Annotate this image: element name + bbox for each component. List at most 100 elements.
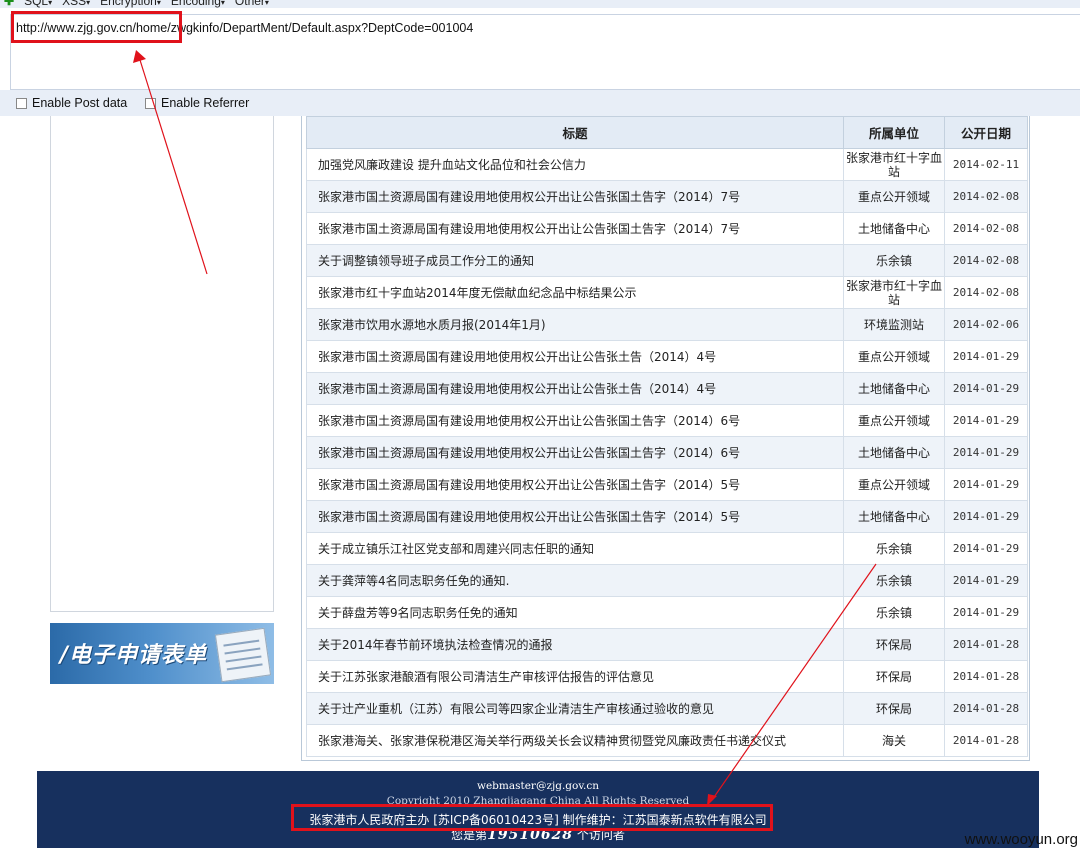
e-application-form-banner[interactable]: /电子申请表单 [50, 623, 274, 684]
table-row: 关于成立镇乐江社区党支部和周建兴同志任职的通知 乐余镇 2014-01-29 [306, 532, 1028, 565]
row-title-link[interactable]: 关于成立镇乐江社区党支部和周建兴同志任职的通知 [306, 532, 844, 565]
row-date: 2014-02-08 [944, 180, 1028, 213]
enable-post-label: Enable Post data [32, 96, 128, 110]
row-date: 2014-01-29 [944, 596, 1028, 629]
row-title-link[interactable]: 张家港市红十字血站2014年度无偿献血纪念品中标结果公示 [306, 276, 844, 309]
row-unit: 环境监测站 [843, 308, 945, 341]
row-title-link[interactable]: 加强党风廉政建设 提升血站文化品位和社会公信力 [306, 148, 844, 181]
row-title-link[interactable]: 关于调整镇领导班子成员工作分工的通知 [306, 244, 844, 277]
banner-label: /电子申请表单 [60, 643, 208, 668]
table-row: 张家港市国土资源局国有建设用地使用权公开出让公告张国土告字（2014）6号 土地储… [306, 436, 1028, 469]
row-date: 2014-02-06 [944, 308, 1028, 341]
menu-encryption[interactable]: Encryption▾ [100, 0, 161, 8]
row-unit: 张家港市红十字血站 [843, 148, 945, 181]
row-unit: 土地储备中心 [843, 212, 945, 245]
row-title-link[interactable]: 张家港市国土资源局国有建设用地使用权公开出让公告张土告（2014）4号 [306, 340, 844, 373]
menu-xss[interactable]: XSS▾ [62, 0, 90, 8]
row-unit: 重点公开领域 [843, 180, 945, 213]
document-icon [214, 627, 272, 683]
row-unit: 重点公开领域 [843, 404, 945, 437]
row-title-link[interactable]: 关于辻产业重机（江苏）有限公司等四家企业清洁生产审核通过验收的意见 [306, 692, 844, 725]
row-unit: 乐余镇 [843, 564, 945, 597]
row-date: 2014-01-28 [944, 628, 1028, 661]
row-title-link[interactable]: 关于江苏张家港酿酒有限公司清洁生产审核评估报告的评估意见 [306, 660, 844, 693]
row-title-link[interactable]: 张家港海关、张家港保税港区海关举行两级关长会议精神贯彻暨党风廉政责任书递交仪式 [306, 724, 844, 757]
row-unit: 张家港市红十字血站 [843, 276, 945, 309]
table-row: 张家港市国土资源局国有建设用地使用权公开出让公告张国土告字（2014）6号 重点公… [306, 404, 1028, 437]
table-row: 张家港市国土资源局国有建设用地使用权公开出让公告张国土告字（2014）7号 土地储… [306, 212, 1028, 245]
enable-referrer-label: Enable Referrer [161, 96, 250, 110]
row-title-link[interactable]: 关于龚萍等4名同志职务任免的通知. [306, 564, 844, 597]
row-date: 2014-01-29 [944, 564, 1028, 597]
row-unit: 乐余镇 [843, 244, 945, 277]
row-date: 2014-02-08 [944, 244, 1028, 277]
row-title-link[interactable]: 张家港市国土资源局国有建设用地使用权公开出让公告张国土告字（2014）7号 [306, 180, 844, 213]
menu-encoding[interactable]: Encoding▾ [171, 0, 225, 8]
table-row: 关于调整镇领导班子成员工作分工的通知 乐余镇 2014-02-08 [306, 244, 1028, 277]
hackbar-options: Enable Post data Enable Referrer [0, 90, 1080, 116]
column-header-title: 标题 [306, 116, 844, 149]
row-unit: 环保局 [843, 692, 945, 725]
footer-email[interactable]: webmaster@zjg.gov.cn [37, 780, 1039, 792]
watermark: www.wooyun.org [964, 831, 1078, 848]
enable-post-checkbox[interactable]: Enable Post data [16, 96, 127, 110]
column-header-unit: 所属单位 [843, 116, 945, 149]
row-title-link[interactable]: 张家港市饮用水源地水质月报(2014年1月) [306, 308, 844, 341]
row-unit: 海关 [843, 724, 945, 757]
row-date: 2014-01-29 [944, 500, 1028, 533]
menu-other[interactable]: Other▾ [235, 0, 269, 8]
row-date: 2014-01-28 [944, 692, 1028, 725]
checkbox-icon[interactable] [16, 97, 27, 109]
checkbox-icon[interactable] [145, 97, 156, 109]
row-title-link[interactable]: 张家港市国土资源局国有建设用地使用权公开出让公告张国土告字（2014）7号 [306, 212, 844, 245]
row-date: 2014-01-29 [944, 436, 1028, 469]
row-date: 2014-02-08 [944, 276, 1028, 309]
table-row: 关于江苏张家港酿酒有限公司清洁生产审核评估报告的评估意见 环保局 2014-01-2… [306, 660, 1028, 693]
table-row: 关于2014年春节前环境执法检查情况的通报 环保局 2014-01-28 [306, 628, 1028, 661]
row-title-link[interactable]: 张家港市国土资源局国有建设用地使用权公开出让公告张土告（2014）4号 [306, 372, 844, 405]
row-title-link[interactable]: 张家港市国土资源局国有建设用地使用权公开出让公告张国土告字（2014）6号 [306, 404, 844, 437]
row-unit: 环保局 [843, 660, 945, 693]
enable-referrer-checkbox[interactable]: Enable Referrer [145, 96, 249, 110]
add-icon[interactable]: ✚ [4, 0, 14, 8]
table-row: 张家港市饮用水源地水质月报(2014年1月) 环境监测站 2014-02-06 [306, 308, 1028, 341]
annotation-box-url [11, 11, 182, 43]
row-unit: 土地储备中心 [843, 372, 945, 405]
row-date: 2014-01-29 [944, 372, 1028, 405]
row-title-link[interactable]: 关于2014年春节前环境执法检查情况的通报 [306, 628, 844, 661]
row-date: 2014-01-29 [944, 404, 1028, 437]
table-row: 张家港市国土资源局国有建设用地使用权公开出让公告张国土告字（2014）5号 重点公… [306, 468, 1028, 501]
info-table: 标题 所属单位 公开日期 加强党风廉政建设 提升血站文化品位和社会公信力 张家港市… [306, 116, 1028, 757]
row-unit: 土地储备中心 [843, 500, 945, 533]
table-row: 张家港市国土资源局国有建设用地使用权公开出让公告张土告（2014）4号 重点公开领… [306, 340, 1028, 373]
row-date: 2014-01-28 [944, 724, 1028, 757]
table-row: 关于薛盘芳等9名同志职务任免的通知 乐余镇 2014-01-29 [306, 596, 1028, 629]
left-sidebar-panel [50, 116, 274, 612]
row-unit: 乐余镇 [843, 596, 945, 629]
table-row: 张家港市国土资源局国有建设用地使用权公开出让公告张国土告字（2014）5号 土地储… [306, 500, 1028, 533]
row-unit: 重点公开领域 [843, 468, 945, 501]
menu-sql[interactable]: SQL▾ [24, 0, 52, 8]
row-unit: 土地储备中心 [843, 436, 945, 469]
column-header-date: 公开日期 [944, 116, 1028, 149]
row-date: 2014-01-28 [944, 660, 1028, 693]
table-header-row: 标题 所属单位 公开日期 [306, 116, 1028, 149]
row-title-link[interactable]: 张家港市国土资源局国有建设用地使用权公开出让公告张国土告字（2014）5号 [306, 468, 844, 501]
annotation-box-footer [291, 804, 773, 831]
row-date: 2014-01-29 [944, 532, 1028, 565]
row-title-link[interactable]: 张家港市国土资源局国有建设用地使用权公开出让公告张国土告字（2014）5号 [306, 500, 844, 533]
table-row: 关于辻产业重机（江苏）有限公司等四家企业清洁生产审核通过验收的意见 环保局 2014… [306, 692, 1028, 725]
info-list: 标题 所属单位 公开日期 加强党风廉政建设 提升血站文化品位和社会公信力 张家港市… [301, 116, 1030, 761]
row-unit: 重点公开领域 [843, 340, 945, 373]
table-row: 张家港海关、张家港保税港区海关举行两级关长会议精神贯彻暨党风廉政责任书递交仪式海… [306, 724, 1028, 757]
row-date: 2014-01-29 [944, 468, 1028, 501]
table-row: 关于龚萍等4名同志职务任免的通知. 乐余镇 2014-01-29 [306, 564, 1028, 597]
table-row: 张家港市国土资源局国有建设用地使用权公开出让公告张国土告字（2014）7号 重点公… [306, 180, 1028, 213]
table-row: 张家港市红十字血站2014年度无偿献血纪念品中标结果公示 张家港市红十字血站 201… [306, 276, 1028, 309]
row-title-link[interactable]: 张家港市国土资源局国有建设用地使用权公开出让公告张国土告字（2014）6号 [306, 436, 844, 469]
row-title-link[interactable]: 关于薛盘芳等9名同志职务任免的通知 [306, 596, 844, 629]
row-unit: 环保局 [843, 628, 945, 661]
row-date: 2014-01-29 [944, 340, 1028, 373]
row-date: 2014-02-11 [944, 148, 1028, 181]
table-row: 加强党风廉政建设 提升血站文化品位和社会公信力 张家港市红十字血站 2014-02-… [306, 148, 1028, 181]
